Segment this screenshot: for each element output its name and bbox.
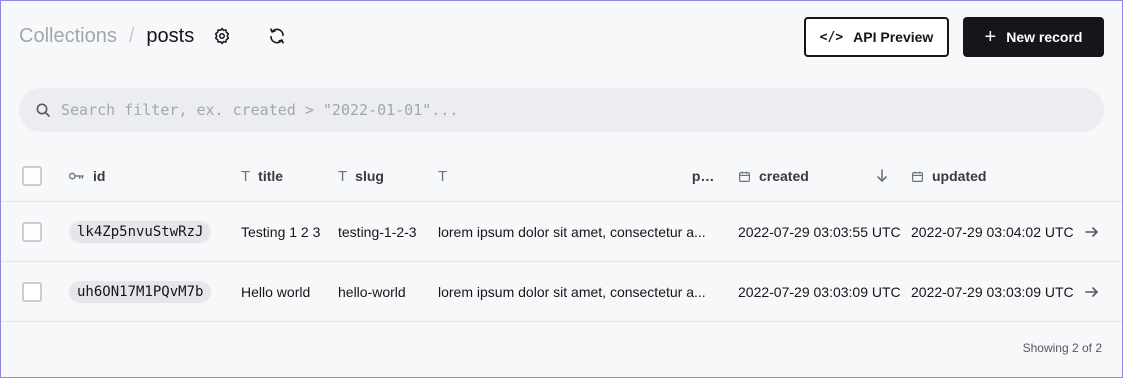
collection-settings-button[interactable] bbox=[207, 21, 237, 51]
column-label: title bbox=[258, 168, 284, 184]
open-record-button[interactable] bbox=[1085, 202, 1099, 261]
page-title: posts bbox=[146, 25, 195, 47]
refresh-button[interactable] bbox=[262, 21, 292, 51]
updated-cell: 2022-07-29 03:03:09 UTC bbox=[911, 283, 1074, 300]
records-count: Showing 2 of 2 bbox=[1022, 341, 1102, 355]
row-checkbox[interactable] bbox=[22, 281, 42, 302]
table-row[interactable]: lk4Zp5nvuStwRzJ Testing 1 2 3 testing-1-… bbox=[1, 202, 1122, 262]
column-header-updated[interactable]: updated bbox=[911, 151, 986, 201]
breadcrumb-separator: / bbox=[128, 25, 135, 47]
calendar-icon bbox=[911, 170, 924, 183]
breadcrumb-collections-link[interactable]: Collections bbox=[19, 25, 117, 48]
created-cell: 2022-07-29 03:03:55 UTC bbox=[738, 223, 901, 240]
title-cell: Hello world bbox=[241, 283, 311, 300]
search-input[interactable] bbox=[61, 101, 1061, 119]
post-cell: lorem ipsum dolor sit amet, consectetur … bbox=[438, 262, 718, 321]
refresh-icon bbox=[270, 28, 284, 44]
breadcrumb: Collections / posts bbox=[19, 25, 194, 48]
table-header-row: id T title T slug T post created bbox=[1, 151, 1122, 202]
row-select-cell bbox=[22, 202, 42, 261]
column-label: id bbox=[93, 168, 106, 184]
arrow-right-icon bbox=[1085, 226, 1099, 237]
record-id-badge[interactable]: lk4Zp5nvuStwRzJ bbox=[69, 220, 212, 243]
text-icon: T bbox=[438, 167, 448, 185]
post-text: lorem ipsum dolor sit amet, consectetur … bbox=[438, 223, 706, 240]
column-header-slug[interactable]: T slug bbox=[338, 151, 384, 201]
column-label: post bbox=[691, 168, 718, 184]
search-bar bbox=[19, 88, 1104, 132]
new-record-label: New record bbox=[1006, 29, 1083, 45]
app-frame: Collections / posts </> API Preview + Ne bbox=[0, 0, 1123, 378]
gear-icon bbox=[214, 27, 230, 45]
updated-cell: 2022-07-29 03:04:02 UTC bbox=[911, 223, 1074, 240]
records-table: id T title T slug T post created bbox=[1, 151, 1122, 322]
id-cell: lk4Zp5nvuStwRzJ bbox=[69, 202, 212, 261]
search-icon bbox=[36, 103, 50, 117]
title-cell: Testing 1 2 3 bbox=[241, 223, 321, 240]
page-header: Collections / posts </> API Preview + Ne bbox=[19, 17, 1104, 59]
text-icon: T bbox=[338, 167, 348, 185]
id-cell: uh6ON17M1PQvM7b bbox=[69, 262, 212, 321]
key-icon bbox=[69, 171, 85, 181]
column-header-id[interactable]: id bbox=[69, 151, 105, 201]
column-label: created bbox=[759, 168, 809, 184]
api-preview-label: API Preview bbox=[853, 29, 934, 45]
open-record-button[interactable] bbox=[1085, 262, 1099, 321]
arrow-right-icon bbox=[1085, 286, 1099, 297]
column-header-post[interactable]: T post bbox=[438, 151, 718, 201]
column-label: slug bbox=[355, 168, 384, 184]
column-label: updated bbox=[932, 168, 987, 184]
column-header-title[interactable]: T title bbox=[241, 151, 283, 201]
new-record-button[interactable]: + New record bbox=[963, 17, 1104, 57]
arrow-down-icon bbox=[877, 169, 887, 183]
row-checkbox[interactable] bbox=[22, 221, 42, 242]
text-icon: T bbox=[241, 167, 251, 185]
calendar-icon bbox=[738, 170, 751, 183]
select-all-checkbox[interactable] bbox=[22, 166, 42, 186]
post-text: lorem ipsum dolor sit amet, consectetur … bbox=[438, 283, 706, 300]
column-header-created[interactable]: created bbox=[738, 151, 809, 201]
table-row[interactable]: uh6ON17M1PQvM7b Hello world hello-world … bbox=[1, 262, 1122, 322]
select-all-cell bbox=[22, 151, 42, 201]
plus-icon: + bbox=[984, 26, 997, 48]
code-icon: </> bbox=[819, 29, 844, 45]
post-cell: lorem ipsum dolor sit amet, consectetur … bbox=[438, 202, 718, 261]
created-cell: 2022-07-29 03:03:09 UTC bbox=[738, 283, 901, 300]
slug-cell: hello-world bbox=[338, 283, 406, 300]
slug-cell: testing-1-2-3 bbox=[338, 223, 417, 240]
api-preview-button[interactable]: </> API Preview bbox=[804, 17, 949, 57]
row-select-cell bbox=[22, 262, 42, 321]
sort-desc-indicator[interactable] bbox=[876, 151, 888, 201]
record-id-badge[interactable]: uh6ON17M1PQvM7b bbox=[69, 280, 212, 303]
